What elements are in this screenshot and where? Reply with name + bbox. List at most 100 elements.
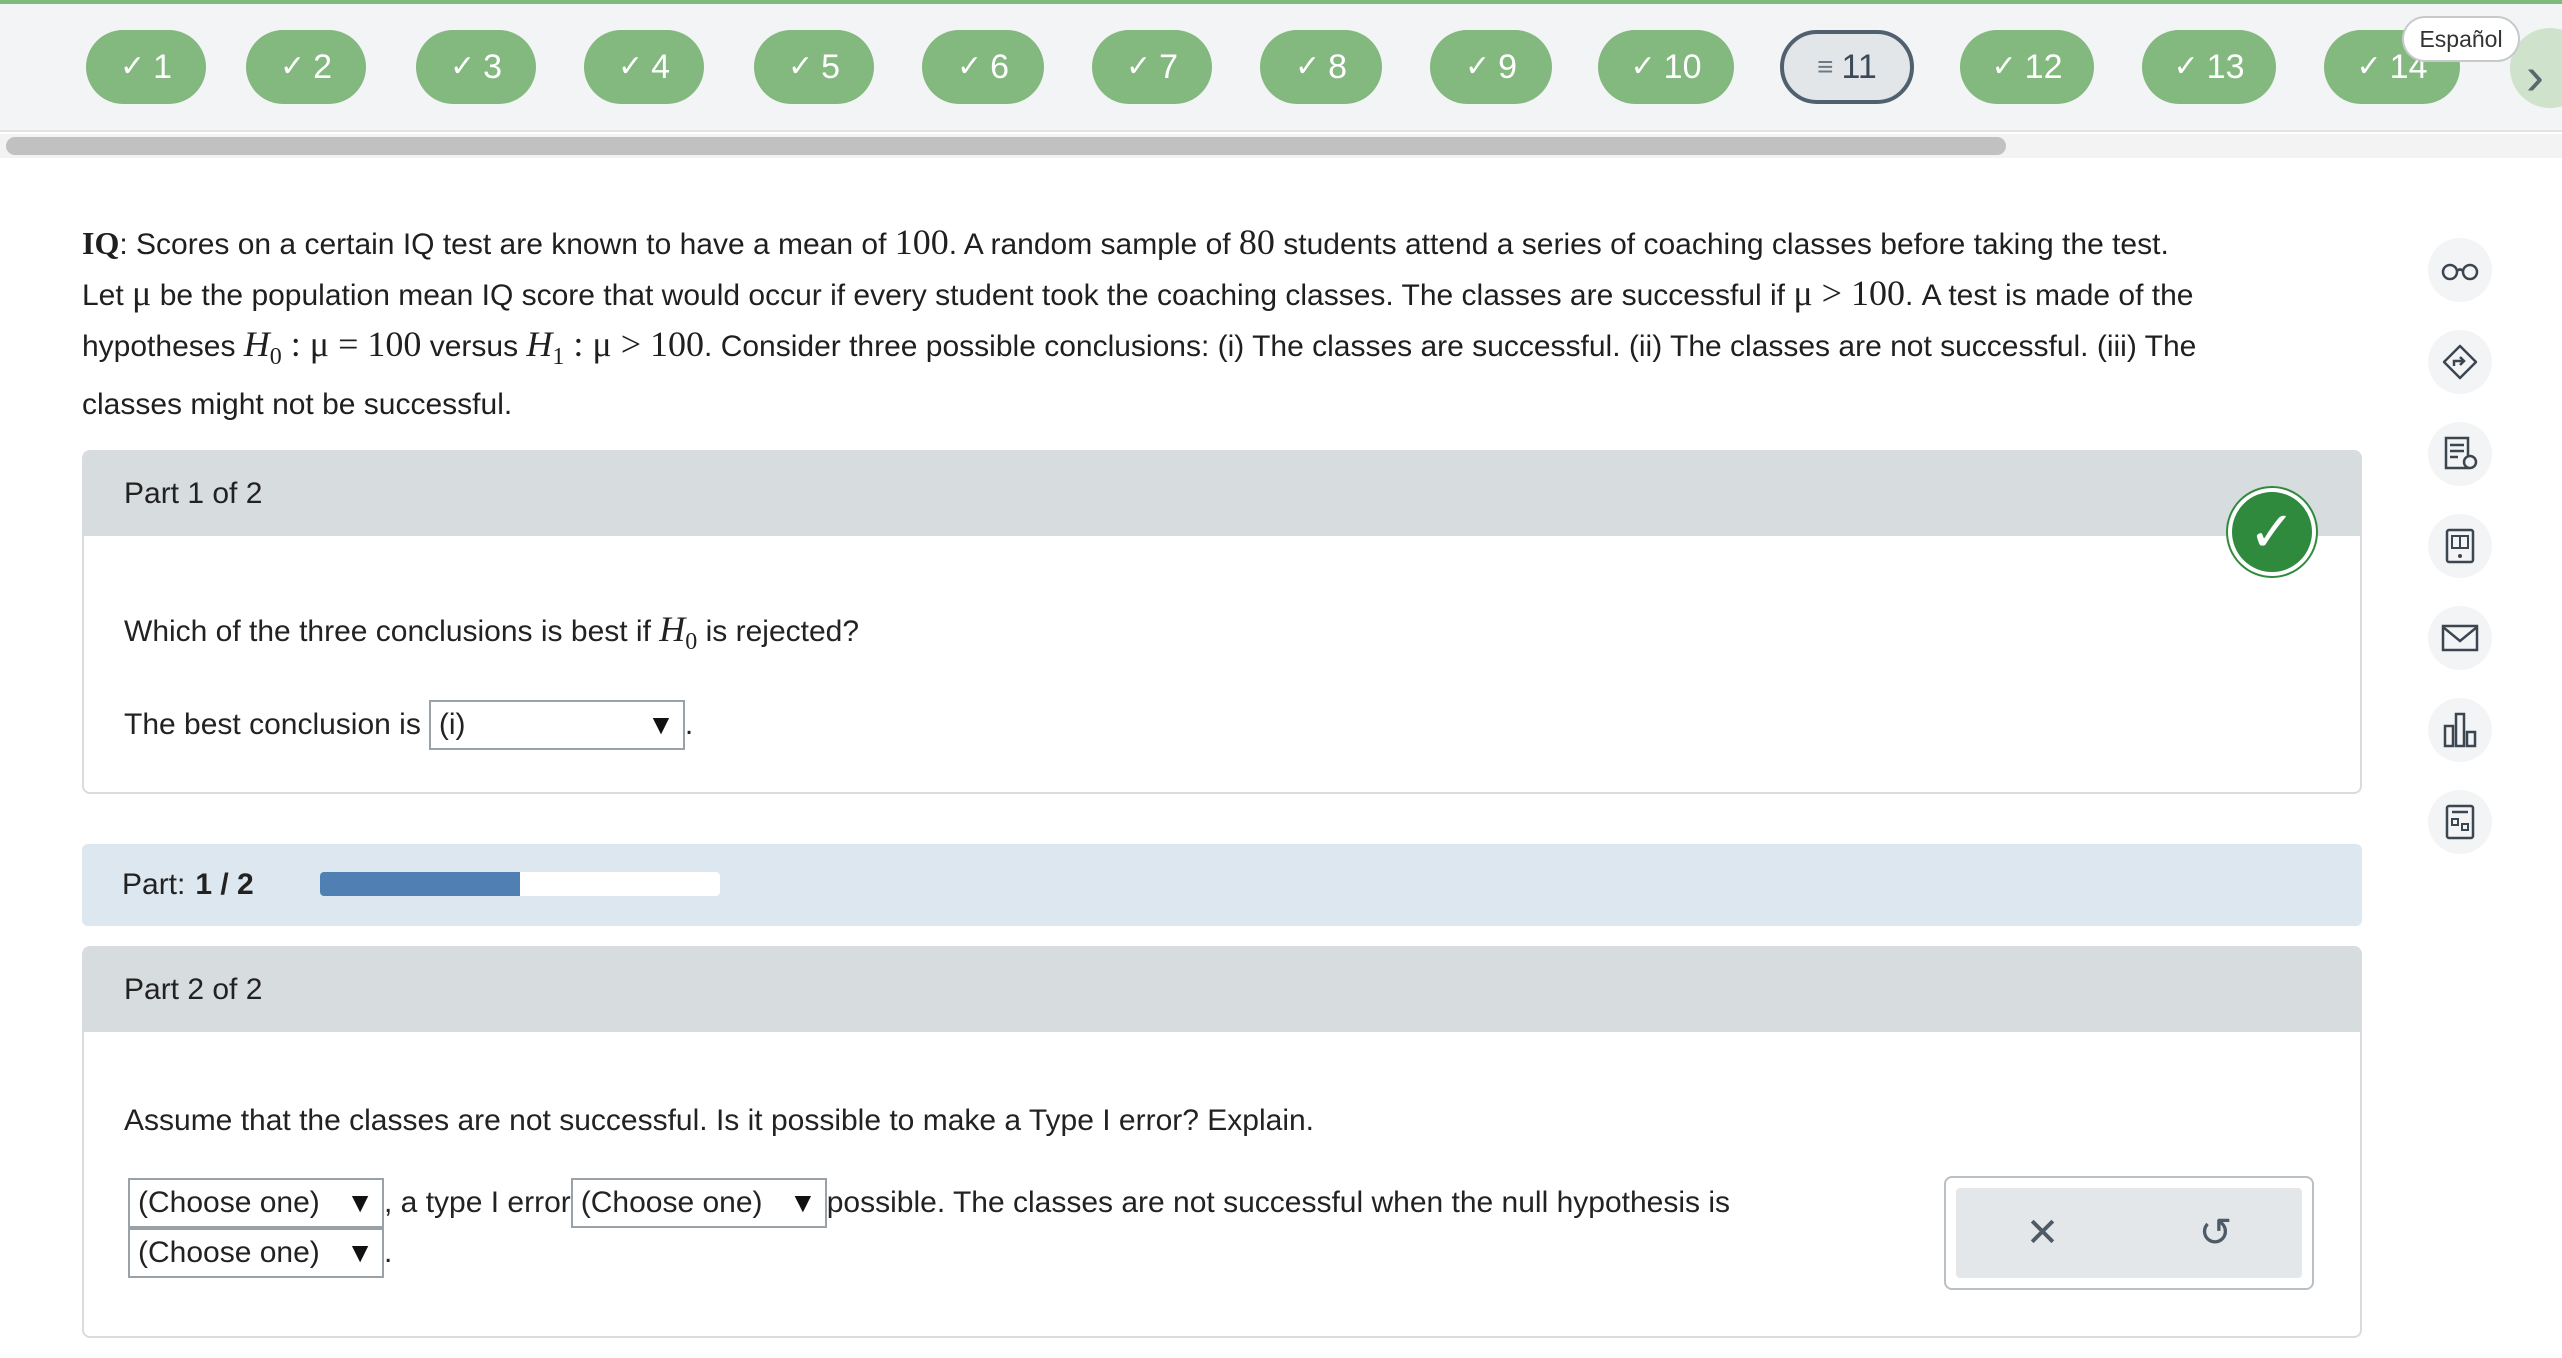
- answer-action-box: ✕ ↺: [1944, 1176, 2314, 1290]
- horizontal-scrollbar-thumb[interactable]: [6, 137, 2006, 155]
- undo-icon[interactable]: ↺: [2199, 1210, 2233, 1256]
- part-progress-band: Part: 1 / 2: [82, 844, 2362, 926]
- dropdown-triangle-icon: ▼: [346, 1237, 374, 1268]
- list-lines-icon: ≡: [1817, 51, 1834, 82]
- question-button-12[interactable]: ✓ 12: [1960, 30, 2094, 104]
- question-button-1[interactable]: ✓ 1: [86, 30, 206, 104]
- dropdown-value: (Choose one): [138, 1186, 320, 1219]
- document-hint-icon[interactable]: [2428, 422, 2492, 486]
- question-number: 7: [1159, 47, 1179, 86]
- problem-text: versus: [421, 330, 527, 363]
- check-icon: ✓: [1991, 50, 2017, 83]
- problem-line-3: hypotheses H0 : μ = 100 versus H1 : μ > …: [82, 320, 2372, 381]
- question-button-9[interactable]: ✓ 9: [1430, 30, 1552, 104]
- question-number: 3: [483, 47, 503, 86]
- question-button-6[interactable]: ✓ 6: [922, 30, 1044, 104]
- problem-text: : Scores on a certain IQ test are known …: [119, 228, 895, 261]
- question-number: 9: [1498, 47, 1518, 86]
- dropdown-value: (i): [438, 708, 466, 741]
- correct-check-icon: ✓: [2228, 488, 2316, 576]
- part-2-header: Part 2 of 2: [84, 948, 2360, 1032]
- question-text: Which of the three conclusions is best i…: [124, 615, 660, 648]
- check-icon: ✓: [2173, 50, 2199, 83]
- check-icon: ✓: [2356, 50, 2382, 83]
- math-subscript: 0: [685, 629, 698, 656]
- question-number: 4: [651, 47, 671, 86]
- question-button-4[interactable]: ✓ 4: [584, 30, 704, 104]
- question-number: 6: [990, 47, 1010, 86]
- problem-text: . A random sample of: [948, 228, 1239, 261]
- problem-line-1: IQ: Scores on a certain IQ test are know…: [82, 218, 2372, 269]
- check-icon: ✓: [617, 50, 644, 83]
- question-button-8[interactable]: ✓ 8: [1260, 30, 1382, 104]
- math-subscript: 1: [552, 344, 565, 371]
- question-number: 12: [2024, 47, 2063, 86]
- question-button-10[interactable]: ✓ 10: [1598, 30, 1734, 104]
- answer-text: .: [384, 1236, 393, 1269]
- check-icon: ✓: [1464, 50, 1491, 83]
- glasses-icon[interactable]: [2428, 238, 2492, 302]
- check-icon: ✓: [279, 50, 306, 83]
- check-icon: ✓: [1125, 50, 1152, 83]
- math-symbol: H: [659, 609, 686, 649]
- null-hypothesis-dropdown[interactable]: (Choose one) ▼: [128, 1228, 384, 1278]
- question-number: 1: [153, 47, 173, 86]
- question-number: 5: [821, 47, 841, 86]
- ebook-icon[interactable]: [2428, 514, 2492, 578]
- math-symbol: H: [526, 324, 553, 364]
- problem-line-4: classes might not be successful.: [82, 381, 2372, 429]
- calculator-icon[interactable]: [2428, 790, 2492, 854]
- answer-text: , a type I error: [384, 1186, 571, 1219]
- question-button-5[interactable]: ✓ 5: [754, 30, 874, 104]
- conclusion-dropdown[interactable]: (i) ▼: [428, 700, 685, 750]
- direction-sign-icon[interactable]: [2428, 330, 2492, 394]
- is-isnot-dropdown[interactable]: (Choose one) ▼: [570, 1178, 827, 1228]
- progress-bar-fill: [320, 872, 520, 896]
- dropdown-value: (Choose one): [138, 1236, 320, 1269]
- answer-suffix: .: [684, 708, 694, 741]
- mail-icon[interactable]: [2428, 606, 2492, 670]
- calculator-icon-graphic: [2445, 804, 2475, 840]
- bar-chart-icon[interactable]: [2428, 698, 2492, 762]
- check-icon: ✓: [956, 50, 983, 83]
- question-button-13[interactable]: ✓ 13: [2142, 30, 2276, 104]
- progress-bar: [320, 872, 720, 896]
- problem-line-2: Let μ be the population mean IQ score th…: [82, 269, 2372, 320]
- question-number: 11: [1841, 47, 1877, 86]
- question-number: 2: [313, 47, 333, 86]
- problem-text: . A test is made of the: [1904, 279, 2194, 312]
- math-alt-hypothesis: H1 : μ > 100: [526, 324, 705, 370]
- answer-label: The best conclusion is: [124, 708, 421, 741]
- dropdown-triangle-icon: ▼: [789, 1187, 817, 1218]
- answer-action-buttons: ✕ ↺: [1956, 1188, 2302, 1278]
- answer-text: possible. The classes are not successful…: [826, 1186, 1731, 1219]
- problem-statement: IQ: Scores on a certain IQ test are know…: [82, 218, 2372, 429]
- problem-text: Let: [82, 279, 133, 312]
- dropdown-value: (Choose one): [580, 1186, 763, 1219]
- progress-label: Part:: [122, 868, 186, 901]
- dropdown-triangle-icon: ▼: [647, 709, 675, 740]
- question-button-7[interactable]: ✓ 7: [1092, 30, 1212, 104]
- problem-text: be the population mean IQ score that wou…: [151, 279, 1794, 312]
- chevron-right-icon[interactable]: ›: [2510, 44, 2560, 108]
- clear-icon[interactable]: ✕: [2026, 1210, 2060, 1256]
- mail-icon-graphic: [2441, 624, 2479, 652]
- math-expression: : μ > 100: [564, 324, 705, 364]
- dropdown-triangle-icon: ▼: [346, 1187, 374, 1218]
- check-icon: ✓: [787, 50, 814, 83]
- question-button-3[interactable]: ✓ 3: [416, 30, 536, 104]
- possibility-dropdown[interactable]: (Choose one) ▼: [128, 1178, 384, 1228]
- math-h0: H0: [659, 609, 697, 655]
- math-sample-size: 80: [1238, 222, 1275, 262]
- language-toggle[interactable]: Español: [2402, 16, 2520, 62]
- part-1-question: Which of the three conclusions is best i…: [124, 608, 859, 656]
- direction-sign-icon-graphic: [2442, 344, 2478, 380]
- question-button-11-current[interactable]: ≡ 11: [1780, 30, 1914, 104]
- problem-text: . Consider three possible conclusions: (…: [704, 330, 2197, 363]
- bar-chart-icon-graphic: [2443, 712, 2477, 748]
- question-button-2[interactable]: ✓ 2: [246, 30, 366, 104]
- ebook-icon-graphic: [2445, 528, 2475, 564]
- problem-heading: IQ: [82, 225, 120, 261]
- question-navigation: ✓ 1 ✓ 2 ✓ 3 ✓ 4 ✓ 5 ✓ 6 ✓ 7 ✓ 8 ✓ 9 ✓ 10 ≡ 11 ✓ 12 ✓…: [0, 4, 2562, 132]
- part-1-header: Part 1 of 2: [84, 452, 2360, 536]
